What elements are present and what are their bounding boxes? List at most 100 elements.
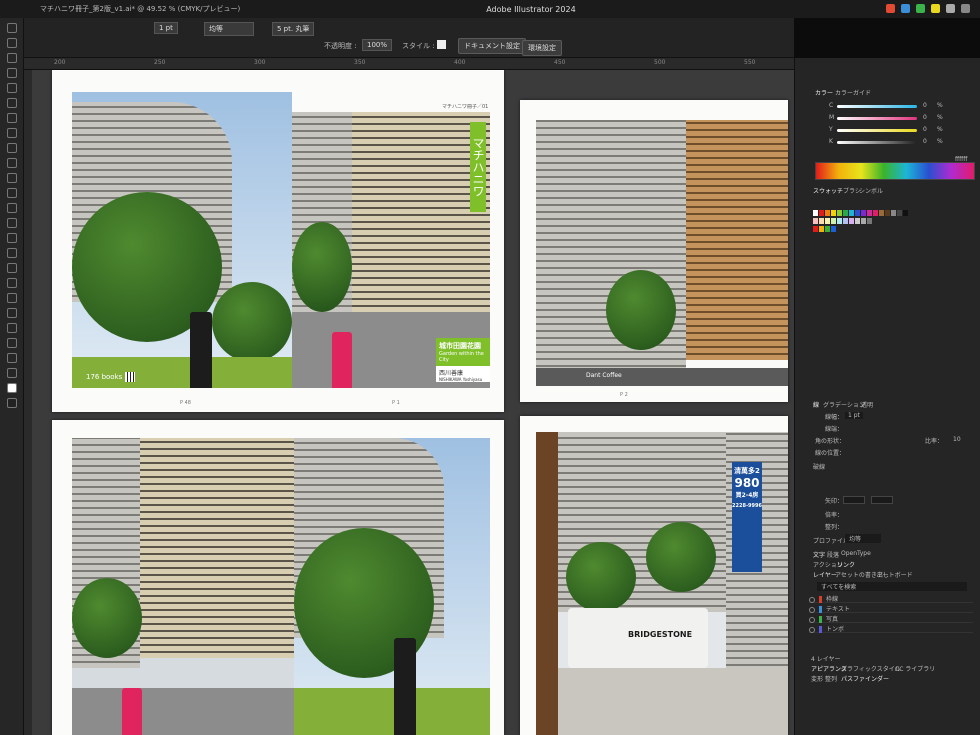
cyan-slider[interactable] <box>837 105 917 108</box>
eyedropper-tool-icon[interactable] <box>7 263 17 273</box>
slice-tool-icon[interactable] <box>7 338 17 348</box>
symbol-sprayer-tool-icon[interactable] <box>7 293 17 303</box>
width-tool-icon[interactable] <box>7 203 17 213</box>
fill-swatch-icon[interactable] <box>7 383 17 393</box>
yellow-slider[interactable] <box>837 129 917 132</box>
type-tool-icon[interactable] <box>7 83 17 93</box>
layer-color-chip <box>819 606 822 613</box>
direct-selection-tool-icon[interactable] <box>7 38 17 48</box>
magenta-slider[interactable] <box>837 117 917 120</box>
tab-symbols[interactable]: シンボル <box>859 186 883 195</box>
tab-character[interactable]: 文字 <box>813 550 825 559</box>
gradient-tool-icon[interactable] <box>7 248 17 258</box>
style-swatch[interactable] <box>437 40 446 49</box>
layer-row[interactable]: トンボ <box>809 624 973 633</box>
tab-color-guide[interactable]: カラーガイド <box>835 88 871 97</box>
scale-tool-icon[interactable] <box>7 188 17 198</box>
black-slider[interactable] <box>837 141 917 144</box>
opacity-field[interactable]: 100% <box>362 39 393 51</box>
stroke-weight-field[interactable]: 1 pt <box>845 412 863 419</box>
stroke-profile-select[interactable]: 均等 <box>204 22 254 36</box>
artboard-tool-icon[interactable] <box>7 323 17 333</box>
canvas[interactable]: 176 books マチハニワ冊子／01 マチハニワ 城市田園花園 Garden… <box>32 70 794 735</box>
tab-swatches[interactable]: スウォッチ <box>813 186 843 195</box>
artboard-spread-3[interactable] <box>52 420 504 735</box>
tab-artboards[interactable]: アートボード <box>877 570 913 579</box>
graph-tool-icon[interactable] <box>7 308 17 318</box>
tab-transform[interactable]: 変形 <box>811 674 823 683</box>
line-tool-icon[interactable] <box>7 98 17 108</box>
photo-buildings-right[interactable] <box>294 438 490 735</box>
photo-left-cover[interactable]: 176 books <box>72 92 292 388</box>
photo-building[interactable]: Dant Coffee <box>536 120 788 386</box>
tab-gradient[interactable]: グラデーション <box>823 400 865 409</box>
system-tray <box>886 4 970 13</box>
tab-paragraph[interactable]: 段落 <box>827 550 839 559</box>
cmyk-value[interactable]: 0 <box>923 138 927 145</box>
profile-select[interactable]: 均等 <box>845 534 881 543</box>
layer-row[interactable]: 枠線 <box>809 594 973 603</box>
limit-field[interactable]: 10 <box>953 436 961 443</box>
swatch-row[interactable] <box>813 218 872 224</box>
rotate-tool-icon[interactable] <box>7 173 17 183</box>
photo-street[interactable]: 清萬多2 980 買2-4房 2228-9996 BRIDGESTONE <box>536 432 788 735</box>
tab-transparency[interactable]: 透明 <box>861 400 873 409</box>
eye-icon[interactable] <box>809 616 815 623</box>
brush-select[interactable]: 5 pt. 丸筆 <box>272 22 315 36</box>
eye-icon[interactable] <box>809 596 815 603</box>
pencil-tool-icon[interactable] <box>7 143 17 153</box>
cmyk-value[interactable]: 0 <box>923 102 927 109</box>
selection-tool-icon[interactable] <box>7 23 17 33</box>
tab-cc-libraries[interactable]: CC ライブラリ <box>895 664 935 673</box>
app-icon[interactable] <box>901 4 910 13</box>
blend-tool-icon[interactable] <box>7 278 17 288</box>
stroke-weight-field[interactable]: 1 pt <box>154 22 178 34</box>
tab-pathfinder[interactable]: パスファインダー <box>841 674 889 683</box>
shape-builder-tool-icon[interactable] <box>7 233 17 243</box>
cmyk-value[interactable]: 0 <box>923 126 927 133</box>
tab-align[interactable]: 整列 <box>825 674 837 683</box>
arrow-start-select[interactable] <box>843 496 865 504</box>
tab-stroke[interactable]: 線 <box>813 400 819 409</box>
preferences-button[interactable]: 環境設定 <box>522 40 562 56</box>
tab-opentype[interactable]: OpenType <box>841 550 871 557</box>
dashed-line-checkbox[interactable]: 破線 <box>813 462 825 471</box>
app-icon[interactable] <box>916 4 925 13</box>
horizontal-ruler[interactable]: 200 250 300 350 400 450 500 550 <box>24 58 794 70</box>
eraser-tool-icon[interactable] <box>7 158 17 168</box>
hand-tool-icon[interactable] <box>7 353 17 363</box>
layer-search-input[interactable]: すべてを検索 <box>817 582 967 591</box>
layer-row[interactable]: テキスト <box>809 604 973 613</box>
tab-graphic-styles[interactable]: グラフィックスタイル <box>841 664 901 673</box>
eye-icon[interactable] <box>809 606 815 613</box>
tab-links[interactable]: リンク <box>837 560 855 569</box>
pen-tool-icon[interactable] <box>7 68 17 78</box>
vertical-ruler[interactable] <box>24 70 32 735</box>
app-icon[interactable] <box>931 4 940 13</box>
brush-tool-icon[interactable] <box>7 128 17 138</box>
artboard-page-2[interactable]: Dant Coffee P 2 <box>520 100 788 402</box>
app-icon[interactable] <box>886 4 895 13</box>
magic-wand-tool-icon[interactable] <box>7 53 17 63</box>
artboard-cover-spread[interactable]: 176 books マチハニワ冊子／01 マチハニワ 城市田園花園 Garden… <box>52 70 504 412</box>
color-spectrum[interactable] <box>815 162 975 180</box>
swatch-row[interactable] <box>813 226 836 232</box>
billboard: 清萬多2 980 買2-4房 2228-9996 <box>732 462 762 572</box>
document-tab[interactable]: マチハニワ冊子_第2版_v1.ai* @ 49.52 % (CMYK/プレビュー… <box>40 4 240 14</box>
photo-buildings-left[interactable] <box>72 438 294 735</box>
artboard-page-4[interactable]: 清萬多2 980 買2-4房 2228-9996 BRIDGESTONE <box>520 416 788 735</box>
tab-color[interactable]: カラー <box>815 88 833 97</box>
zoom-tool-icon[interactable] <box>7 368 17 378</box>
wifi-icon[interactable] <box>946 4 955 13</box>
rectangle-tool-icon[interactable] <box>7 113 17 123</box>
cmyk-value[interactable]: 0 <box>923 114 927 121</box>
layer-row[interactable]: 写真 <box>809 614 973 623</box>
arrow-end-select[interactable] <box>871 496 893 504</box>
tab-layers[interactable]: レイヤー <box>813 570 837 579</box>
battery-icon[interactable] <box>961 4 970 13</box>
free-transform-tool-icon[interactable] <box>7 218 17 228</box>
swatch-row[interactable] <box>813 210 908 216</box>
document-settings-button[interactable]: ドキュメント設定 <box>458 38 526 54</box>
eye-icon[interactable] <box>809 626 815 633</box>
stroke-swatch-icon[interactable] <box>7 398 17 408</box>
